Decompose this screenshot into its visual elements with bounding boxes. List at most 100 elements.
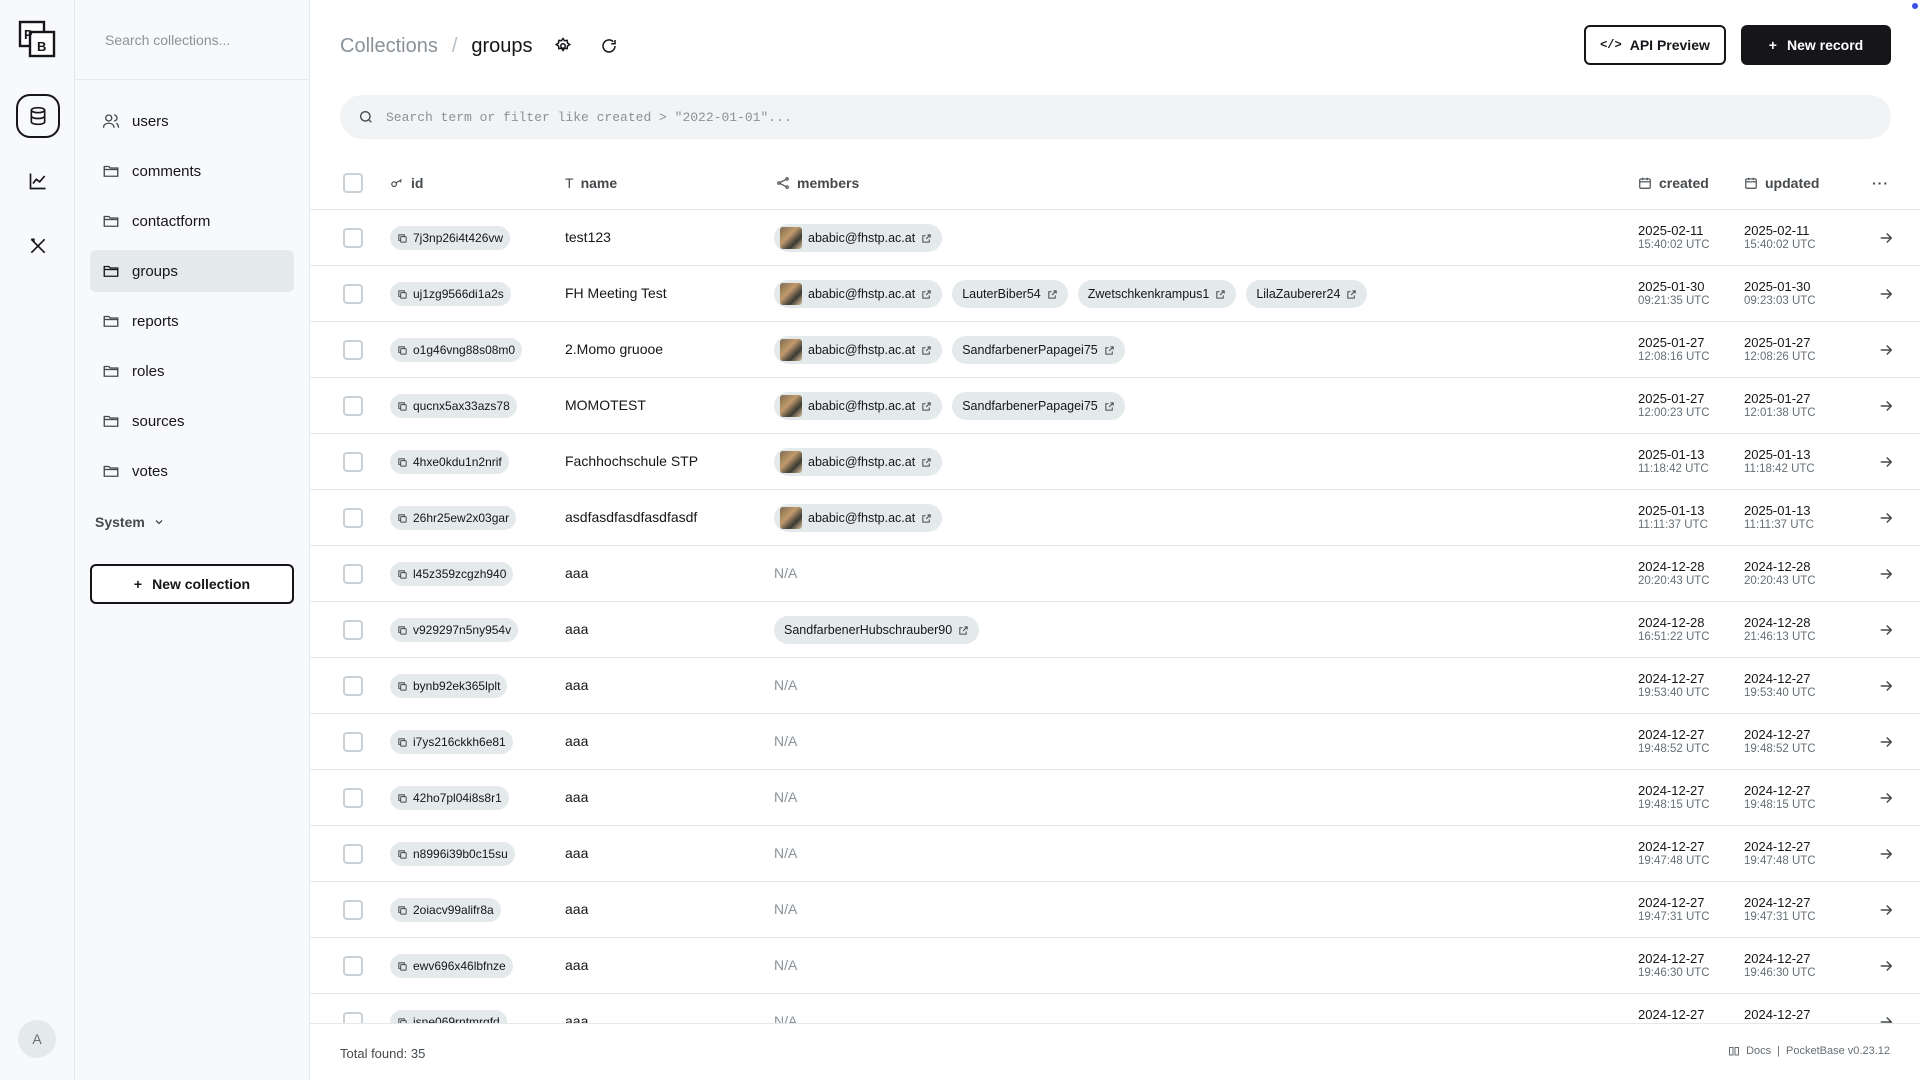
member-badge[interactable]: ababic@fhstp.ac.at <box>774 504 943 532</box>
member-badge[interactable]: ababic@fhstp.ac.at <box>774 392 943 420</box>
column-id[interactable]: id <box>390 156 423 210</box>
arrow-right-icon[interactable] <box>1877 341 1895 359</box>
member-badge[interactable]: Zwetschkenkrampus1 <box>1077 280 1237 308</box>
filter-input[interactable] <box>386 109 1786 125</box>
table-row[interactable]: i7ys216ckkh6e81 aaa N/A 2024-12-27 19:48:52 … <box>310 714 1920 770</box>
arrow-right-icon[interactable] <box>1877 453 1895 471</box>
row-checkbox[interactable] <box>343 228 363 248</box>
member-badge[interactable]: SandfarbenerPapagei75 <box>952 336 1125 364</box>
breadcrumb-root[interactable]: Collections <box>340 35 438 58</box>
table-row[interactable]: l45z359zcgzh940 aaa N/A 2024-12-28 20:20:43 … <box>310 546 1920 602</box>
table-row[interactable]: o1g46vng88s08m0 2.Momo gruooe ababic@fhstp… <box>310 322 1920 378</box>
search-collections-input[interactable] <box>105 31 279 48</box>
arrow-right-icon[interactable] <box>1877 901 1895 919</box>
record-id-badge[interactable]: 26hr25ew2x03gar <box>390 506 517 530</box>
member-badge[interactable]: LauterBiber54 <box>952 280 1068 308</box>
record-id-badge[interactable]: 42ho7pl04i8s8r1 <box>390 786 509 810</box>
row-checkbox[interactable] <box>343 508 363 528</box>
columns-menu-button[interactable]: ··· <box>1872 156 1889 210</box>
column-members[interactable]: members <box>776 156 859 210</box>
table-row[interactable]: bynb92ek365lplt aaa N/A 2024-12-27 19:53:40 … <box>310 658 1920 714</box>
nav-logs[interactable] <box>0 157 75 205</box>
system-toggle[interactable]: System <box>95 514 309 530</box>
docs-link[interactable]: Docs <box>1746 1045 1771 1057</box>
arrow-right-icon[interactable] <box>1877 1013 1895 1023</box>
admin-avatar[interactable]: A <box>18 1020 56 1058</box>
record-id-badge[interactable]: n8996i39b0c15su <box>390 842 515 866</box>
record-id-badge[interactable]: i7ys216ckkh6e81 <box>390 730 513 754</box>
table-row[interactable]: 2oiacv99alifr8a aaa N/A 2024-12-27 19:47:31 … <box>310 882 1920 938</box>
arrow-right-icon[interactable] <box>1877 509 1895 527</box>
table-row[interactable]: 7j3np26i4t426vw test123 ababic@fhstp.ac.at… <box>310 210 1920 266</box>
member-badge[interactable]: SandfarbenerHubschrauber90 <box>774 616 980 644</box>
arrow-right-icon[interactable] <box>1877 285 1895 303</box>
version-label[interactable]: PocketBase v0.23.12 <box>1786 1045 1890 1057</box>
table-row[interactable]: 42ho7pl04i8s8r1 aaa N/A 2024-12-27 19:48:15 … <box>310 770 1920 826</box>
row-checkbox[interactable] <box>343 396 363 416</box>
row-checkbox[interactable] <box>343 732 363 752</box>
row-checkbox[interactable] <box>343 452 363 472</box>
arrow-right-icon[interactable] <box>1877 957 1895 975</box>
member-badge[interactable]: ababic@fhstp.ac.at <box>774 224 943 252</box>
sidebar-item-reports[interactable]: reports <box>90 300 294 342</box>
column-updated[interactable]: updated <box>1744 156 1819 210</box>
sidebar-item-groups[interactable]: groups <box>90 250 294 292</box>
nav-settings[interactable] <box>0 222 75 270</box>
row-checkbox[interactable] <box>343 676 363 696</box>
record-id-badge[interactable]: o1g46vng88s08m0 <box>390 338 523 362</box>
record-id-badge[interactable]: v929297n5ny954v <box>390 618 519 642</box>
record-id-badge[interactable]: 2oiacv99alifr8a <box>390 898 501 922</box>
row-checkbox[interactable] <box>343 788 363 808</box>
sidebar-item-votes[interactable]: votes <box>90 450 294 492</box>
sidebar-item-comments[interactable]: comments <box>90 150 294 192</box>
member-badge[interactable]: SandfarbenerPapagei75 <box>952 392 1125 420</box>
row-checkbox[interactable] <box>343 564 363 584</box>
row-checkbox[interactable] <box>343 284 363 304</box>
table-row[interactable]: 26hr25ew2x03gar asdfasdfasdfasdfasdf ababi… <box>310 490 1920 546</box>
column-name[interactable]: T name <box>565 156 617 210</box>
member-badge[interactable]: LilaZauberer24 <box>1246 280 1368 308</box>
row-checkbox[interactable] <box>343 340 363 360</box>
table-row[interactable]: uj1zg9566di1a2s FH Meeting Test ababic@fhs… <box>310 266 1920 322</box>
member-badge[interactable]: ababic@fhstp.ac.at <box>774 448 943 476</box>
record-id-badge[interactable]: isne069rntmrgfd <box>390 1010 507 1023</box>
arrow-right-icon[interactable] <box>1877 733 1895 751</box>
record-id-badge[interactable]: 7j3np26i4t426vw <box>390 226 511 250</box>
arrow-right-icon[interactable] <box>1877 845 1895 863</box>
column-created[interactable]: created <box>1638 156 1709 210</box>
table-row[interactable]: qucnx5ax33azs78 MOMOTEST ababic@fhstp.ac.a… <box>310 378 1920 434</box>
sidebar-item-users[interactable]: users <box>90 100 294 142</box>
table-row[interactable]: 4hxe0kdu1n2nrif Fachhochschule STP ababic@… <box>310 434 1920 490</box>
row-checkbox[interactable] <box>343 956 363 976</box>
arrow-right-icon[interactable] <box>1877 789 1895 807</box>
row-checkbox[interactable] <box>343 844 363 864</box>
member-badge[interactable]: ababic@fhstp.ac.at <box>774 280 943 308</box>
row-checkbox[interactable] <box>343 1012 363 1023</box>
arrow-right-icon[interactable] <box>1877 621 1895 639</box>
sidebar-item-roles[interactable]: roles <box>90 350 294 392</box>
api-preview-button[interactable]: </> API Preview <box>1584 25 1726 65</box>
record-id-badge[interactable]: ewv696x46lbfnze <box>390 954 513 978</box>
row-checkbox[interactable] <box>343 900 363 920</box>
member-badge[interactable]: ababic@fhstp.ac.at <box>774 336 943 364</box>
record-id-badge[interactable]: uj1zg9566di1a2s <box>390 282 511 306</box>
arrow-right-icon[interactable] <box>1877 229 1895 247</box>
nav-collections[interactable] <box>0 92 75 140</box>
sidebar-item-contactform[interactable]: contactform <box>90 200 294 242</box>
table-row[interactable]: n8996i39b0c15su aaa N/A 2024-12-27 19:47:48 … <box>310 826 1920 882</box>
table-row[interactable]: isne069rntmrgfd aaa N/A 2024-12-27 2024-12-2… <box>310 994 1920 1023</box>
new-collection-button[interactable]: + New collection <box>90 564 294 604</box>
table-row[interactable]: ewv696x46lbfnze aaa N/A 2024-12-27 19:46:30 … <box>310 938 1920 994</box>
table-row[interactable]: v929297n5ny954v aaa SandfarbenerHubschraub… <box>310 602 1920 658</box>
record-id-badge[interactable]: qucnx5ax33azs78 <box>390 394 517 418</box>
arrow-right-icon[interactable] <box>1877 565 1895 583</box>
record-id-badge[interactable]: bynb92ek365lplt <box>390 674 508 698</box>
arrow-right-icon[interactable] <box>1877 397 1895 415</box>
record-id-badge[interactable]: l45z359zcgzh940 <box>390 562 514 586</box>
pocketbase-logo[interactable]: P B <box>18 20 56 58</box>
row-checkbox[interactable] <box>343 620 363 640</box>
select-all-checkbox[interactable] <box>343 173 363 193</box>
collection-settings-button[interactable] <box>547 30 579 62</box>
new-record-button[interactable]: + New record <box>1741 25 1891 65</box>
arrow-right-icon[interactable] <box>1877 677 1895 695</box>
